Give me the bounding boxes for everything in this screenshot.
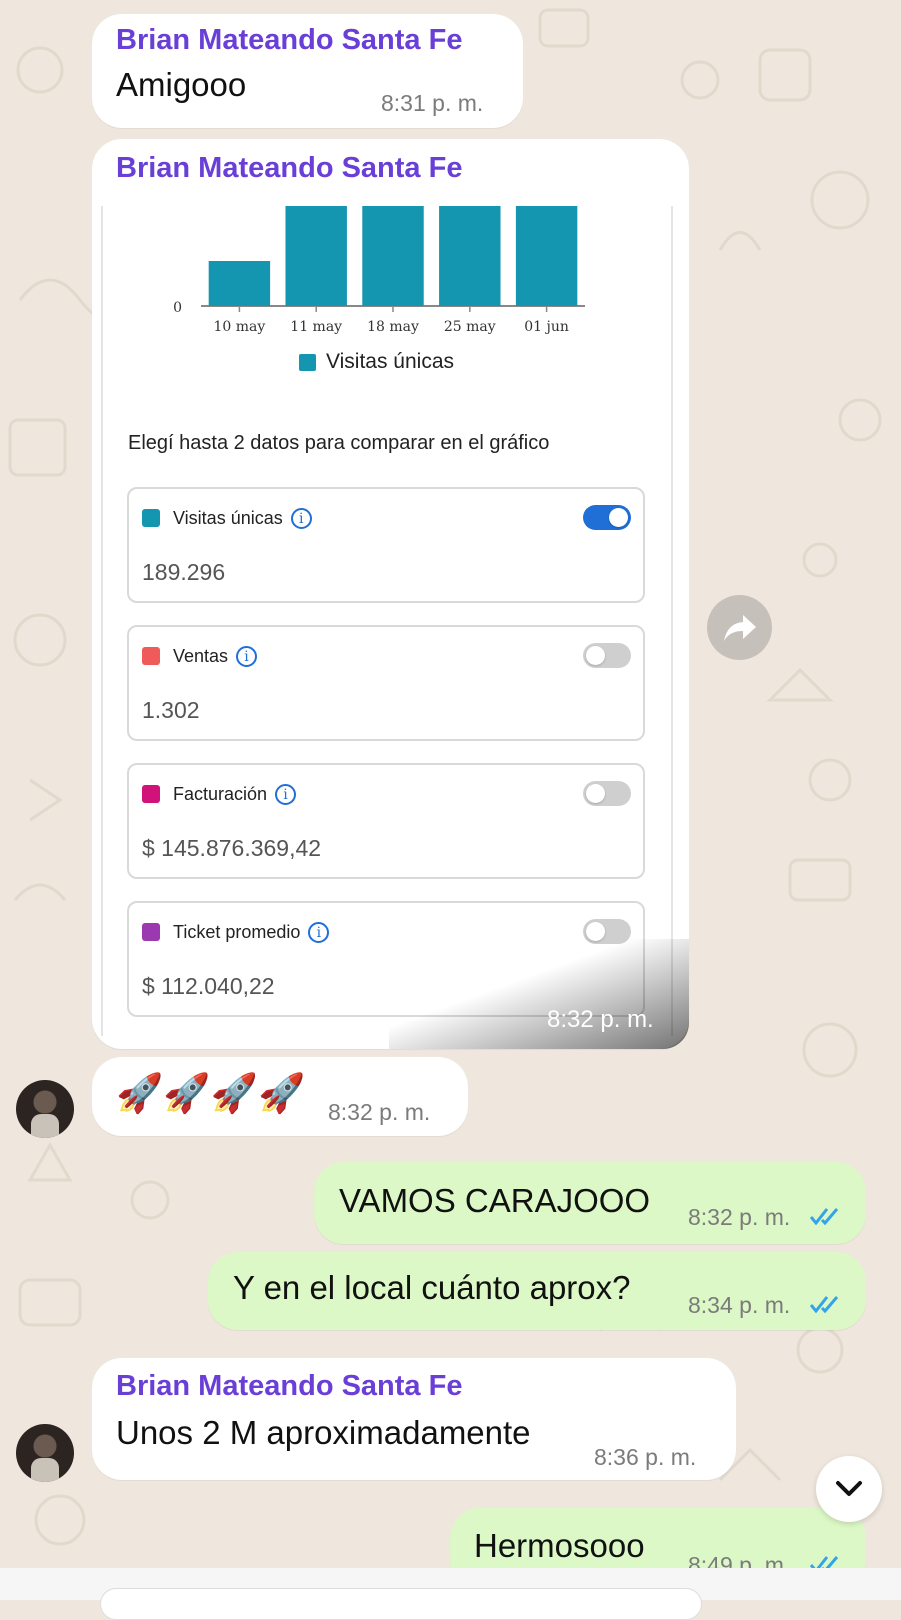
metric-swatch bbox=[142, 647, 160, 665]
message-time: 8:36 p. m. bbox=[594, 1444, 697, 1470]
contact-avatar[interactable] bbox=[16, 1424, 74, 1482]
chart-bar bbox=[439, 206, 501, 306]
message-text: Hermosooo bbox=[474, 1527, 645, 1564]
metric-swatch bbox=[142, 785, 160, 803]
chart-bar bbox=[515, 206, 578, 306]
metric-swatch bbox=[142, 923, 160, 941]
composer-bar bbox=[0, 1568, 901, 1620]
metric-name: Ventas bbox=[173, 646, 229, 666]
shared-screenshot[interactable]: 0 10 may 11 may 18 may 25 may 01 jun Visitas … bbox=[101, 206, 673, 1036]
incoming-image-message[interactable]: Brian Mateando Santa Fe 0 10 may 11 may 18 … bbox=[92, 139, 689, 1049]
incoming-message-bubble[interactable]: Brian Mateando Santa Fe Amigooo 8:31 p. … bbox=[92, 14, 523, 128]
message-input[interactable] bbox=[100, 1588, 702, 1620]
scroll-to-bottom-button[interactable] bbox=[816, 1456, 882, 1522]
metric-value: $ 112.040,22 bbox=[142, 973, 275, 999]
legend-swatch bbox=[299, 353, 316, 371]
x-tick-label: 25 may bbox=[444, 319, 496, 335]
metric-swatch bbox=[142, 509, 160, 527]
contact-avatar[interactable] bbox=[16, 1080, 74, 1138]
message-text: 🚀🚀🚀🚀 bbox=[116, 1073, 306, 1115]
incoming-message-bubble[interactable]: Brian Mateando Santa Fe Unos 2 M aproxim… bbox=[92, 1358, 736, 1480]
outgoing-message-bubble[interactable]: Y en el local cuánto aprox? 8:34 p. m. bbox=[208, 1252, 866, 1330]
metric-name: Visitas únicas bbox=[173, 508, 283, 528]
metric-value: $ 145.876.369,42 bbox=[142, 835, 322, 861]
sender-name: Brian Mateando Santa Fe bbox=[116, 152, 463, 184]
chart-bar bbox=[208, 261, 271, 306]
metric-card-facturacion[interactable]: Facturación i $ 145.876.369,42 bbox=[127, 763, 645, 879]
metric-toggle[interactable] bbox=[583, 643, 631, 668]
metric-value: 1.302 bbox=[142, 697, 200, 723]
forward-icon bbox=[723, 614, 756, 641]
legend-label: Visitas únicas bbox=[326, 350, 455, 373]
metric-card-visitas[interactable]: Visitas únicas i 189.296 bbox=[127, 487, 645, 603]
metric-name: Facturación bbox=[173, 784, 268, 804]
compare-instruction: Elegí hasta 2 datos para comparar en el … bbox=[128, 432, 550, 454]
sender-name: Brian Mateando Santa Fe bbox=[116, 24, 463, 56]
chevron-down-icon bbox=[836, 1481, 862, 1496]
metric-name: Ticket promedio bbox=[173, 922, 301, 942]
incoming-message-bubble[interactable]: 🚀🚀🚀🚀 8:32 p. m. bbox=[92, 1057, 468, 1136]
message-time: 8:32 p. m. bbox=[328, 1099, 431, 1125]
message-time: 8:32 p. m. bbox=[547, 1006, 654, 1033]
outgoing-message-bubble[interactable]: VAMOS CARAJOOO 8:32 p. m. bbox=[314, 1162, 866, 1244]
message-text: VAMOS CARAJOOO bbox=[339, 1182, 651, 1219]
read-ticks-icon bbox=[810, 1208, 839, 1226]
info-icon[interactable]: i bbox=[290, 508, 312, 529]
chart-bar bbox=[285, 206, 347, 306]
chart-bar bbox=[362, 206, 424, 306]
metric-toggle[interactable] bbox=[583, 505, 631, 530]
metric-value: 189.296 bbox=[142, 559, 226, 585]
message-time: 8:32 p. m. bbox=[688, 1204, 791, 1230]
read-ticks-icon bbox=[810, 1296, 839, 1314]
sender-name: Brian Mateando Santa Fe bbox=[116, 1370, 463, 1402]
info-icon[interactable]: i bbox=[275, 784, 297, 805]
bar-chart: 0 10 may 11 may 18 may 25 may 01 jun bbox=[173, 206, 585, 335]
message-text: Y en el local cuánto aprox? bbox=[233, 1269, 631, 1306]
x-tick-label: 18 may bbox=[367, 319, 419, 335]
message-time: 8:34 p. m. bbox=[688, 1292, 791, 1318]
x-tick-label: 01 jun bbox=[524, 319, 569, 335]
message-text: Unos 2 M aproximadamente bbox=[116, 1414, 531, 1451]
message-time: 8:31 p. m. bbox=[381, 90, 484, 116]
x-tick-label: 11 may bbox=[290, 319, 342, 335]
info-icon[interactable]: i bbox=[308, 922, 330, 943]
message-text: Amigooo bbox=[116, 66, 247, 103]
metric-toggle[interactable] bbox=[583, 781, 631, 806]
info-icon[interactable]: i bbox=[236, 646, 258, 667]
metric-card-ventas[interactable]: Ventas i 1.302 bbox=[127, 625, 645, 741]
chart-legend: Visitas únicas bbox=[299, 350, 454, 374]
x-tick-label: 10 may bbox=[214, 319, 266, 335]
forward-button[interactable] bbox=[707, 595, 772, 660]
y-tick-label: 0 bbox=[173, 300, 182, 316]
